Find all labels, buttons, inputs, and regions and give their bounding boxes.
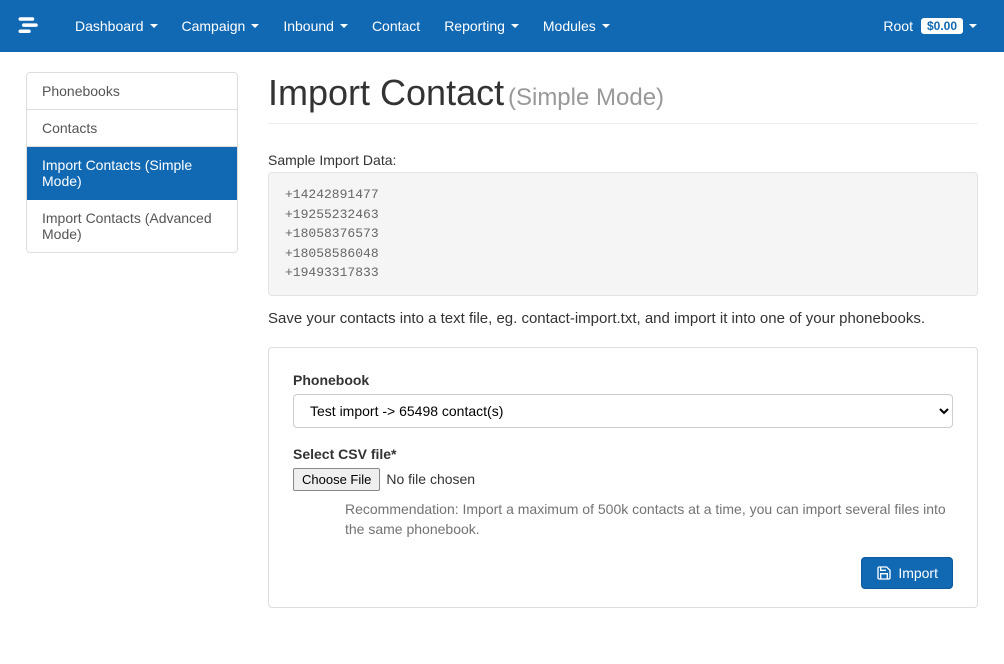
phonebook-label: Phonebook	[293, 372, 953, 388]
nav-modules[interactable]: Modules	[531, 3, 622, 49]
primary-nav: Dashboard Campaign Inbound Contact Repor…	[63, 3, 871, 49]
csv-group: Select CSV file* Choose File No file cho…	[293, 446, 953, 540]
user-nav: Root $0.00	[871, 3, 989, 49]
recommendation-text: Recommendation: Import a maximum of 500k…	[345, 499, 953, 540]
nav-campaign[interactable]: Campaign	[170, 3, 272, 49]
caret-icon	[969, 24, 977, 28]
caret-icon	[150, 24, 158, 28]
sample-data-block: +14242891477 +19255232463 +18058376573 +…	[268, 172, 978, 296]
sidebar-item-import-simple[interactable]: Import Contacts (Simple Mode)	[27, 147, 237, 200]
save-hint-text: Save your contacts into a text file, eg.…	[268, 310, 978, 327]
sidebar-item-import-advanced[interactable]: Import Contacts (Advanced Mode)	[27, 200, 237, 252]
nav-contact[interactable]: Contact	[360, 3, 432, 49]
main-content: Import Contact (Simple Mode) Sample Impo…	[268, 72, 978, 608]
page-container: Phonebooks Contacts Import Contacts (Sim…	[0, 52, 1004, 628]
user-name: Root	[883, 18, 913, 34]
user-menu[interactable]: Root $0.00	[871, 3, 989, 49]
sidebar-list: Phonebooks Contacts Import Contacts (Sim…	[26, 72, 238, 253]
caret-icon	[340, 24, 348, 28]
brand-logo[interactable]	[15, 12, 43, 40]
top-navbar: Dashboard Campaign Inbound Contact Repor…	[0, 0, 1004, 52]
page-header: Import Contact (Simple Mode)	[268, 72, 978, 124]
caret-icon	[602, 24, 610, 28]
sidebar: Phonebooks Contacts Import Contacts (Sim…	[26, 72, 238, 608]
balance-badge: $0.00	[921, 18, 963, 34]
page-title: Import Contact	[268, 72, 504, 113]
choose-file-button[interactable]: Choose File	[293, 468, 380, 491]
nav-dashboard[interactable]: Dashboard	[63, 3, 170, 49]
import-form-panel: Phonebook Test import -> 65498 contact(s…	[268, 347, 978, 609]
save-icon	[876, 565, 892, 581]
csv-label: Select CSV file*	[293, 446, 953, 462]
caret-icon	[511, 24, 519, 28]
sidebar-item-phonebooks[interactable]: Phonebooks	[27, 73, 237, 110]
nav-inbound[interactable]: Inbound	[271, 3, 360, 49]
phonebook-group: Phonebook Test import -> 65498 contact(s…	[293, 372, 953, 428]
sample-data-label: Sample Import Data:	[268, 152, 978, 168]
import-button[interactable]: Import	[861, 557, 953, 589]
file-status-text: No file chosen	[386, 471, 475, 487]
page-subtitle: (Simple Mode)	[508, 84, 664, 111]
import-button-label: Import	[898, 565, 938, 581]
logo-icon	[15, 12, 43, 40]
nav-reporting[interactable]: Reporting	[432, 3, 531, 49]
form-actions: Import	[293, 557, 953, 589]
file-input-row: Choose File No file chosen	[293, 468, 953, 491]
caret-icon	[251, 24, 259, 28]
sidebar-item-contacts[interactable]: Contacts	[27, 110, 237, 147]
phonebook-select[interactable]: Test import -> 65498 contact(s)	[293, 394, 953, 428]
